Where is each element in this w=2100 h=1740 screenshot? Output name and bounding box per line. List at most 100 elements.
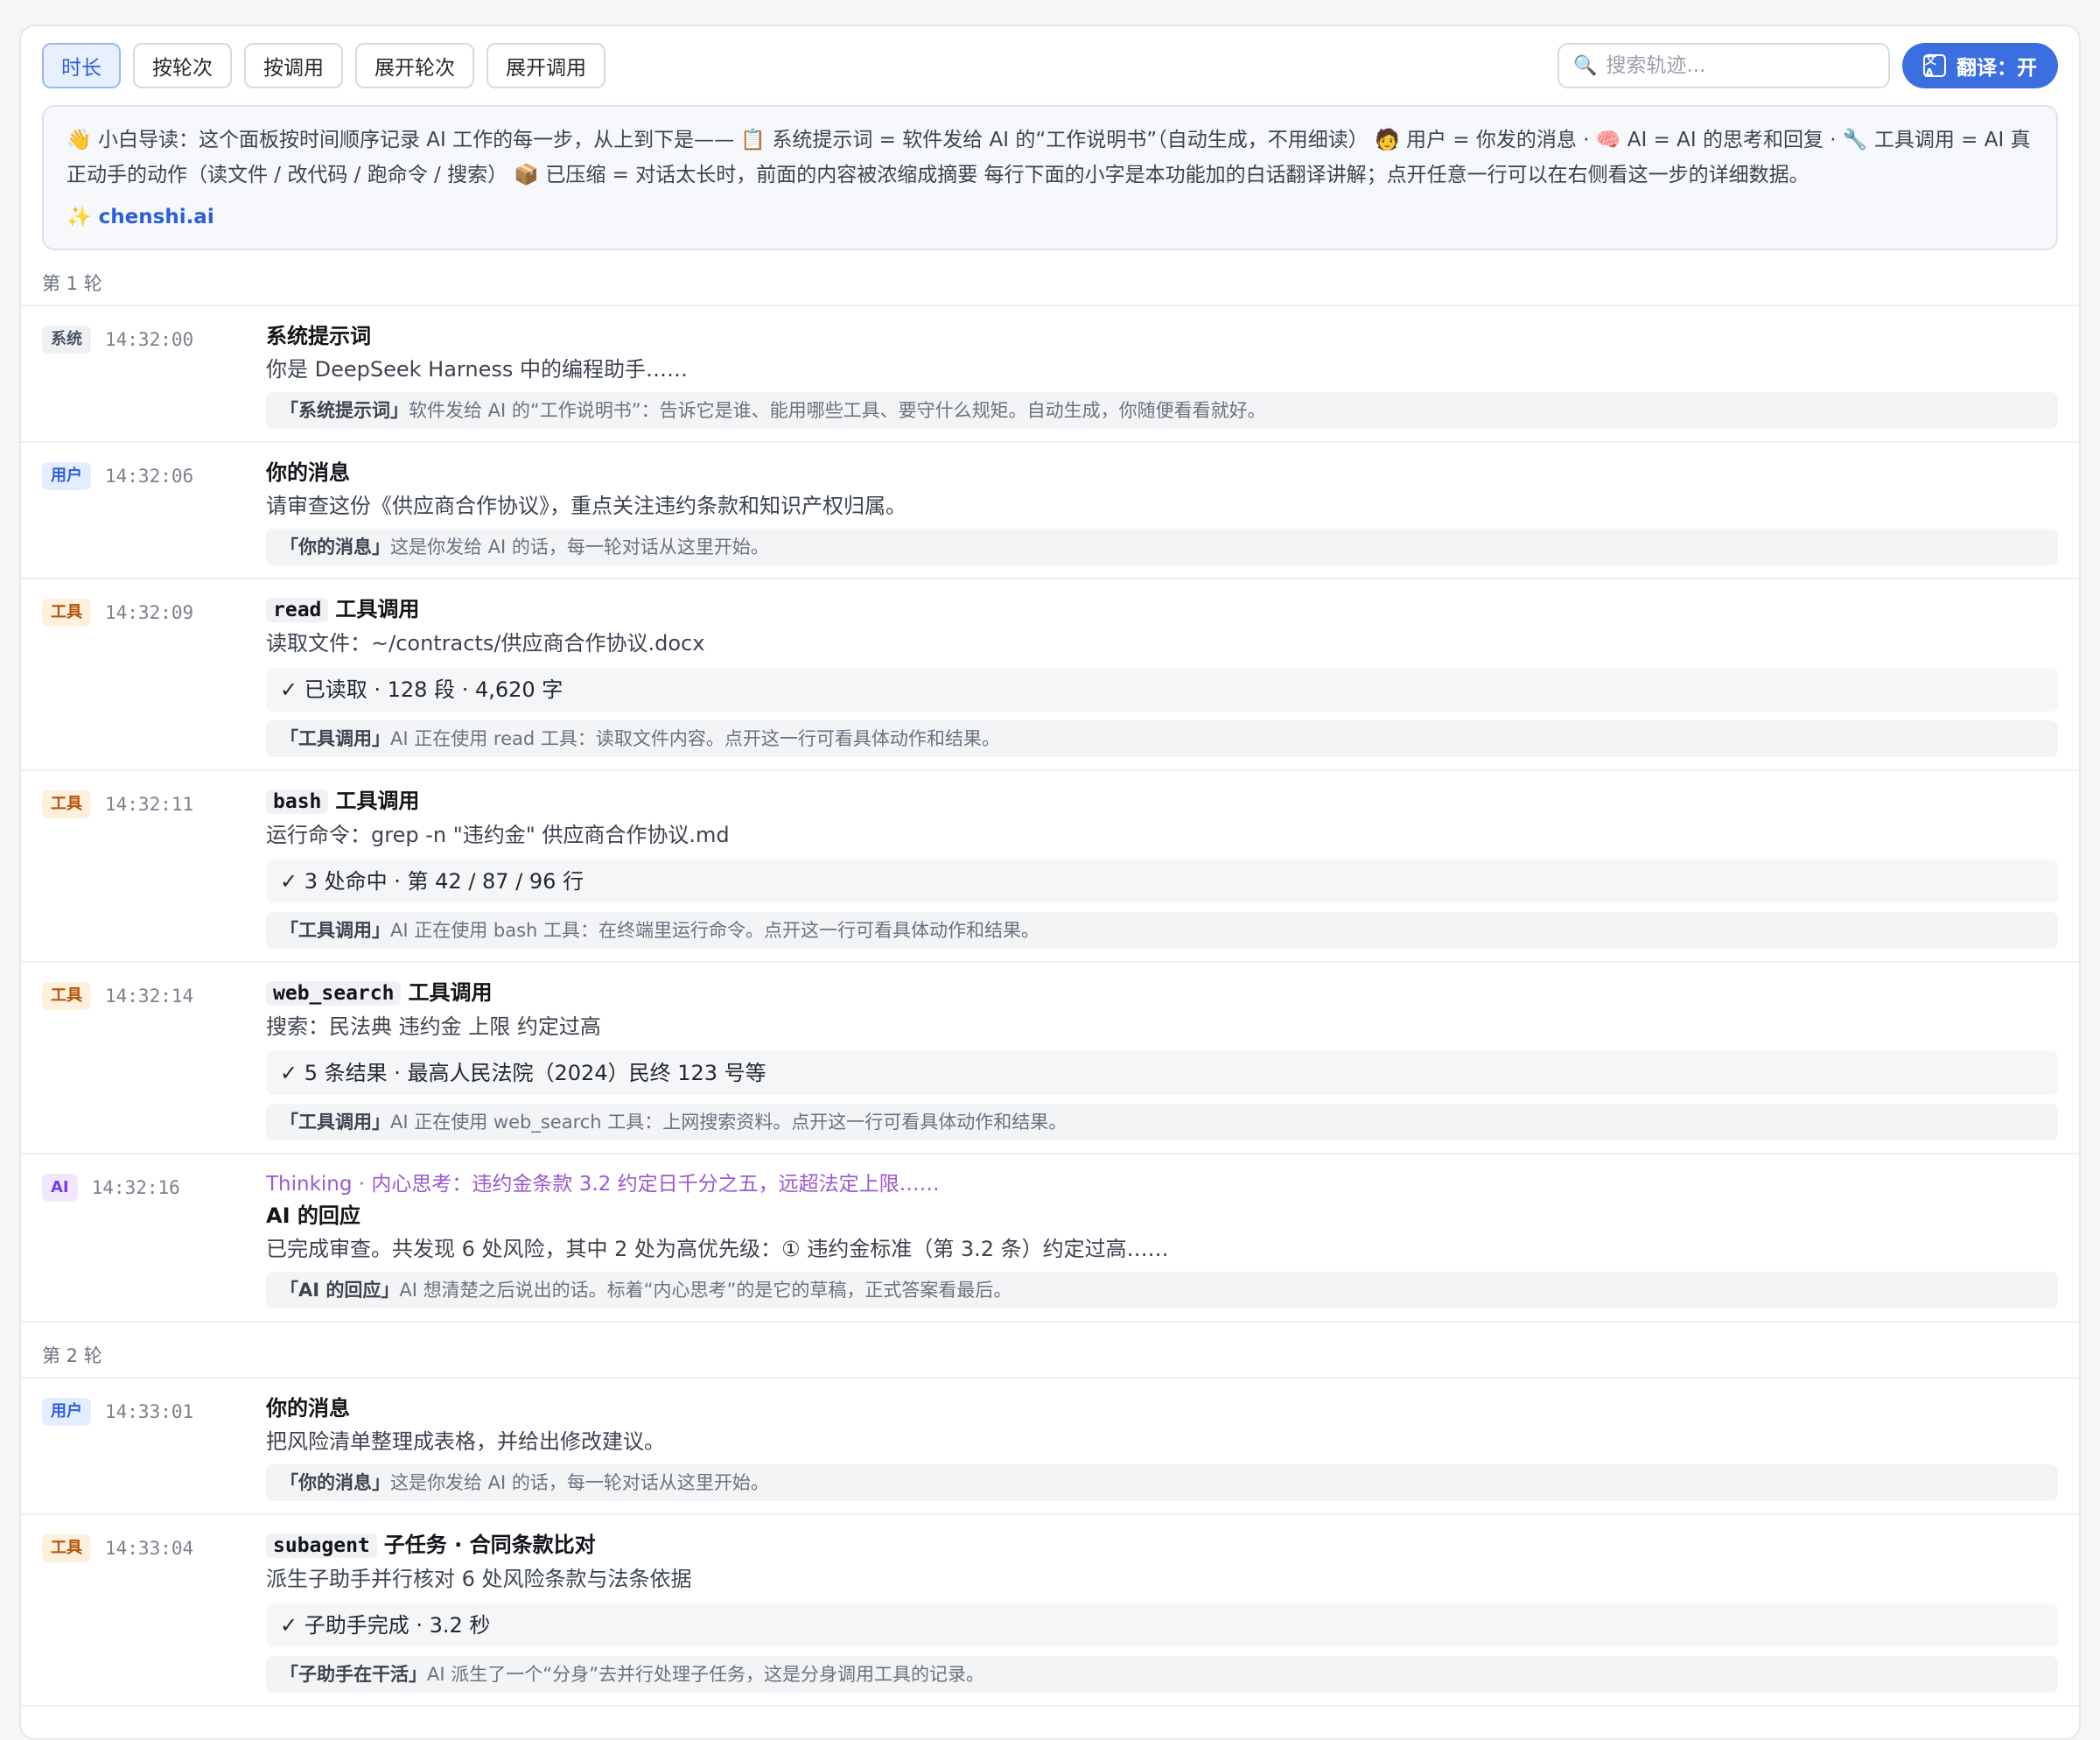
note-key: 「工具调用」 [280,920,390,941]
row-content: 你的消息把风险清单整理成表格，并给出修改建议。「你的消息」这是你发给 AI 的话… [266,1393,2058,1501]
tool-name: bash [266,789,329,814]
toolbar: 时长 按轮次 按调用 展开轮次 展开调用 🔍 文A 翻译：开 [21,26,2079,105]
trace-panel: 时长 按轮次 按调用 展开轮次 展开调用 🔍 文A 翻译：开 👋 小白导读：这个… [19,25,2081,1740]
row-description: 把风险清单整理成表格，并给出修改建议。 [266,1429,665,1454]
tool-result: ✓ 5 条结果 · 最高人民法院（2024）民终 123 号等 [266,1051,2058,1095]
search-input[interactable] [1604,53,1871,78]
note-key: 「AI 的回应」 [280,1280,400,1301]
group-by-call-button[interactable]: 按调用 [244,43,343,88]
round-label: 第 1 轮 [21,250,2079,306]
plain-language-note: 「子助手在干活」AI 派生了一个“分身”去并行处理子任务，这是分身调用工具的记录… [266,1656,2058,1693]
role-badge: 用户 [42,462,91,490]
row-description: 派生子助手并行核对 6 处风险条款与法条依据 [266,1567,692,1591]
row-meta: 工具 14:32:11 [42,785,266,949]
tool-name: subagent [266,1533,377,1558]
row-title: subagent 子任务 · 合同条款比对 [266,1529,2058,1561]
trace-row[interactable]: 工具 14:33:04 subagent 子任务 · 合同条款比对派生子助手并行核… [21,1515,2079,1707]
timestamp: 14:33:04 [105,1538,194,1559]
sort-duration-button[interactable]: 时长 [42,43,121,88]
note-text: AI 正在使用 read 工具：读取文件内容。点开这一行可看具体动作和结果。 [390,728,1000,749]
row-title: 系统提示词 [266,320,2058,352]
trace-row[interactable]: AI 14:32:16 Thinking · 内心思考：违约金条款 3.2 约定… [21,1154,2079,1323]
row-title: bash 工具调用 [266,785,2058,817]
row-title-text: 你的消息 [266,1396,350,1421]
row-content: web_search 工具调用搜索：民法典 违约金 上限 约定过高 ✓ 5 条结果 … [266,977,2058,1140]
trace-row[interactable]: 系统 14:32:00 系统提示词你是 DeepSeek Harness 中的编… [21,306,2079,443]
plain-language-note: 「你的消息」这是你发给 AI 的话，每一轮对话从这里开始。 [266,1464,2058,1501]
note-key: 「你的消息」 [280,537,390,558]
row-title-text: 工具调用 [408,980,493,1005]
note-text: 软件发给 AI 的“工作说明书”：告诉它是谁、能用哪些工具、要守什么规矩。自动生… [409,400,1266,421]
timestamp: 14:33:01 [105,1401,194,1422]
tool-result: ✓ 3 处命中 · 第 42 / 87 / 96 行 [266,859,2058,903]
row-meta: 用户 14:32:06 [42,457,266,565]
note-text: AI 正在使用 bash 工具：在终端里运行命令。点开这一行可看具体动作和结果。 [390,920,1040,941]
row-description: 已完成审查。共发现 6 处风险，其中 2 处为高优先级：① 违约金标准（第 3.… [266,1237,1169,1261]
role-badge: 用户 [42,1398,91,1426]
trace-row[interactable]: 用户 14:32:06 你的消息请审查这份《供应商合作协议》，重点关注违约条款和… [21,443,2079,579]
timestamp: 14:32:00 [105,329,194,350]
row-description: 你是 DeepSeek Harness 中的编程助手…… [266,357,688,382]
guide-link[interactable]: ✨ chenshi.ai [66,200,2034,235]
row-meta: 工具 14:33:04 [42,1529,266,1693]
row-meta: 系统 14:32:00 [42,320,266,429]
note-key: 「子助手在干活」 [280,1664,427,1685]
beginner-guide: 👋 小白导读：这个面板按时间顺序记录 AI 工作的每一步，从上到下是—— 📋 系… [42,105,2058,250]
note-key: 「工具调用」 [280,1112,390,1133]
trace-row[interactable]: 工具 14:32:14 web_search 工具调用搜索：民法典 违约金 上限 … [21,963,2079,1154]
thinking-text: Thinking · 内心思考：违约金条款 3.2 约定日千分之五，远超法定上限… [266,1173,940,1196]
row-content: read 工具调用读取文件：~/contracts/供应商合作协议.docx ✓ 已… [266,593,2058,757]
row-meta: 用户 14:33:01 [42,1393,266,1501]
row-title: web_search 工具调用 [266,977,2058,1009]
trace-row[interactable]: 用户 14:33:01 你的消息把风险清单整理成表格，并给出修改建议。「你的消息… [21,1379,2079,1515]
note-text: 这是你发给 AI 的话，每一轮对话从这里开始。 [390,1472,769,1493]
row-content: 系统提示词你是 DeepSeek Harness 中的编程助手…… 「系统提示词」… [266,320,2058,429]
row-meta: 工具 14:32:14 [42,977,266,1140]
row-title-text: 工具调用 [335,597,420,621]
note-text: AI 想清楚之后说出的话。标着“内心思考”的是它的草稿，正式答案看最后。 [399,1280,1012,1301]
plain-language-note: 「工具调用」AI 正在使用 bash 工具：在终端里运行命令。点开这一行可看具体… [266,912,2058,949]
row-title: 你的消息 [266,457,2058,488]
plain-language-note: 「工具调用」AI 正在使用 web_search 工具：上网搜索资料。点开这一行… [266,1104,2058,1140]
plain-language-note: 「工具调用」AI 正在使用 read 工具：读取文件内容。点开这一行可看具体动作… [266,720,2058,757]
row-title-text: 工具调用 [335,789,420,813]
tool-name: web_search [266,981,402,1006]
row-meta: 工具 14:32:09 [42,593,266,757]
row-description: 搜索：民法典 违约金 上限 约定过高 [266,1014,601,1039]
expand-calls-button[interactable]: 展开调用 [486,43,606,88]
row-content: subagent 子任务 · 合同条款比对派生子助手并行核对 6 处风险条款与法条… [266,1529,2058,1693]
row-title: AI 的回应 [266,1200,2058,1231]
row-title-text: AI 的回应 [266,1203,360,1228]
row-title-text: 你的消息 [266,460,350,485]
role-badge: 工具 [42,1534,91,1562]
plain-language-note: 「你的消息」这是你发给 AI 的话，每一轮对话从这里开始。 [266,529,2058,565]
row-description: 请审查这份《供应商合作协议》，重点关注违约条款和知识产权归属。 [266,494,906,518]
tool-result: ✓ 已读取 · 128 段 · 4,620 字 [266,668,2058,712]
row-description: 运行命令：grep -n "违约金" 供应商合作协议.md [266,823,730,847]
role-badge: 工具 [42,982,91,1010]
translate-toggle-button[interactable]: 文A 翻译：开 [1902,43,2058,88]
timestamp: 14:32:06 [105,466,194,487]
timestamp: 14:32:14 [105,986,194,1007]
group-by-round-button[interactable]: 按轮次 [133,43,232,88]
plain-language-note: 「AI 的回应」AI 想清楚之后说出的话。标着“内心思考”的是它的草稿，正式答案… [266,1272,2058,1309]
note-text: AI 正在使用 web_search 工具：上网搜索资料。点开这一行可看具体动作… [390,1112,1068,1133]
note-key: 「系统提示词」 [280,400,409,421]
trace-row[interactable]: 工具 14:32:09 read 工具调用读取文件：~/contracts/供应商… [21,579,2079,771]
timestamp: 14:32:16 [91,1177,180,1198]
translate-icon: 文A [1923,54,1946,81]
row-description: 读取文件：~/contracts/供应商合作协议.docx [266,631,705,656]
translate-label: 翻译：开 [1956,57,2037,80]
row-content: 你的消息请审查这份《供应商合作协议》，重点关注违约条款和知识产权归属。「你的消息… [266,457,2058,565]
expand-rounds-button[interactable]: 展开轮次 [355,43,474,88]
trace-row[interactable]: 工具 14:32:11 bash 工具调用运行命令：grep -n "违约金" 供… [21,771,2079,963]
role-badge: 系统 [42,326,91,354]
row-meta: AI 14:32:16 [42,1168,266,1309]
row-content: Thinking · 内心思考：违约金条款 3.2 约定日千分之五，远超法定上限… [266,1168,2058,1309]
tool-name: read [266,598,329,622]
row-title: read 工具调用 [266,593,2058,626]
role-badge: 工具 [42,599,91,627]
search-box[interactable]: 🔍 [1558,43,1890,88]
row-title-text: 子任务 · 合同条款比对 [383,1533,596,1557]
note-text: AI 派生了一个“分身”去并行处理子任务，这是分身调用工具的记录。 [427,1664,984,1685]
